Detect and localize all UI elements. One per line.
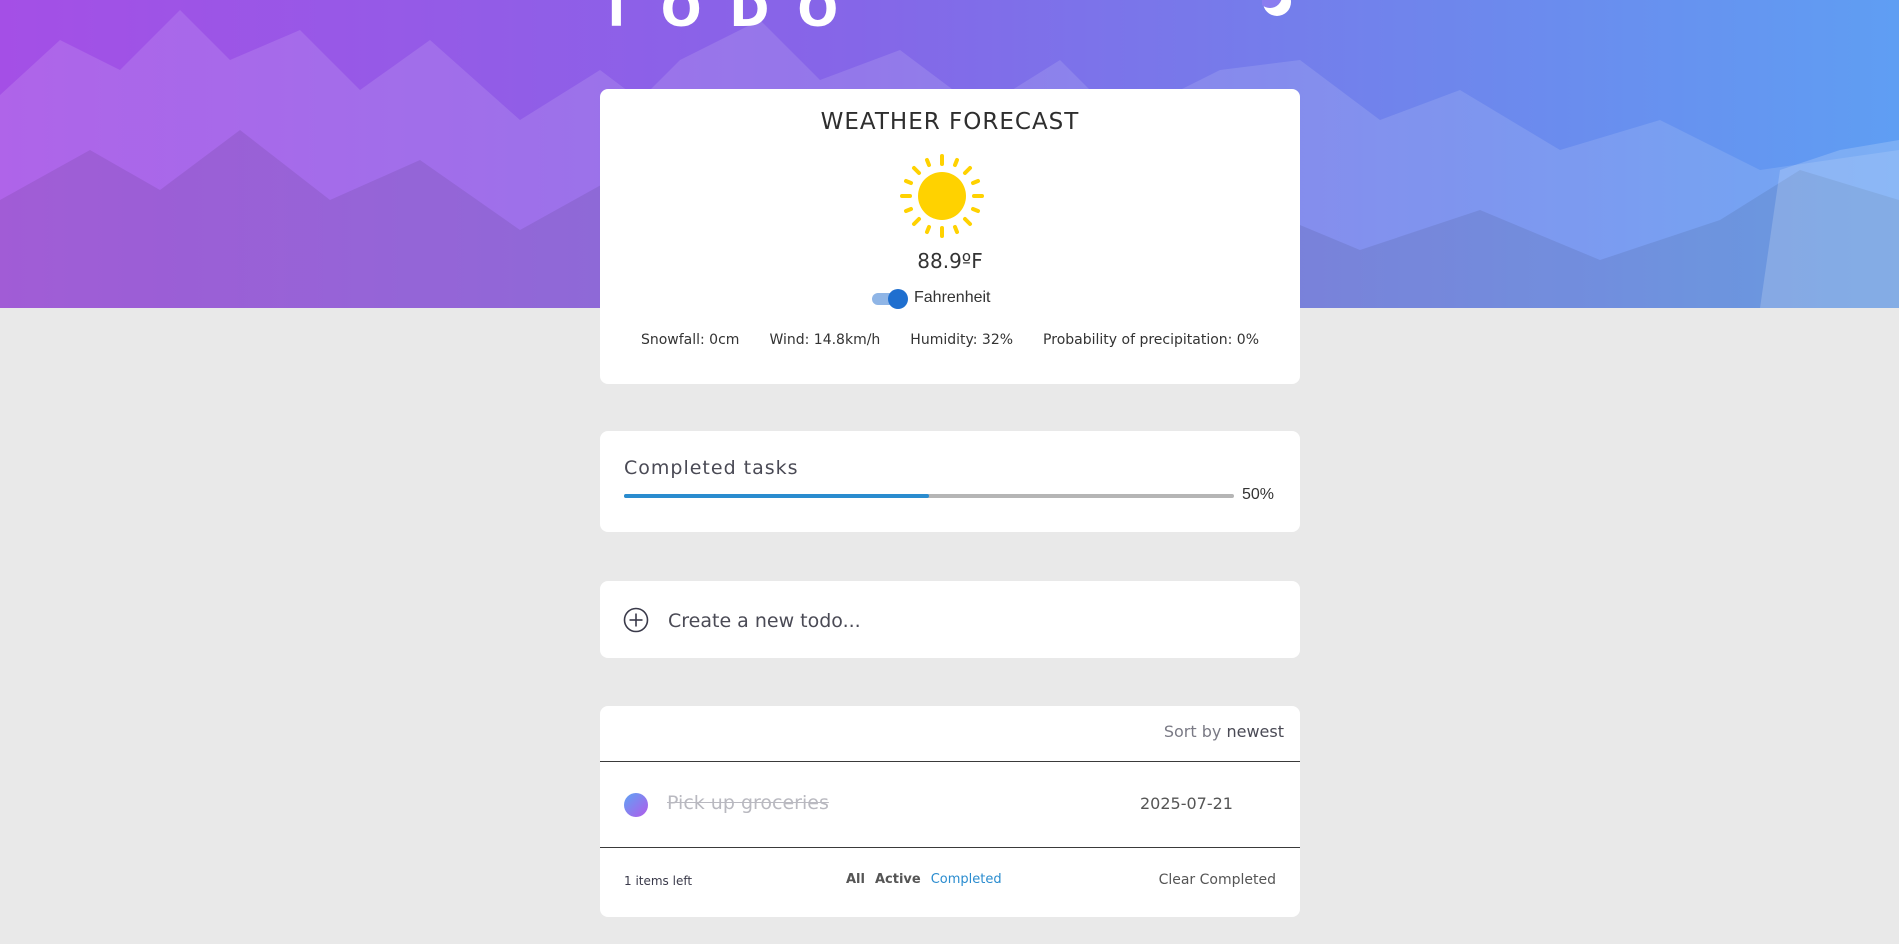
filter-active[interactable]: Active — [875, 872, 921, 887]
todo-list-card: Sort by newest Pick up groceries 2025-07… — [600, 706, 1300, 917]
sort-control[interactable]: Sort by newest — [1164, 722, 1284, 741]
list-item: Pick up groceries 2025-07-21 — [600, 762, 1300, 848]
precipitation-stat: Probability of precipitation: 0% — [1043, 332, 1260, 348]
filter-group: All Active Completed — [846, 872, 1002, 887]
progress-bar — [624, 494, 1234, 498]
weather-title: WEATHER FORECAST — [820, 109, 1080, 135]
wind-stat: Wind: 14.8km/h — [769, 332, 881, 348]
completed-checkbox[interactable] — [624, 793, 648, 817]
todo-text[interactable]: Pick up groceries — [667, 792, 829, 814]
switch-knob — [888, 289, 908, 309]
unit-toggle-switch[interactable] — [870, 289, 908, 309]
moon-icon[interactable] — [1262, 0, 1292, 18]
list-footer: 1 items left All Active Completed Clear … — [600, 872, 1300, 892]
snowfall-stat: Snowfall: 0cm — [640, 332, 740, 348]
sort-prefix: Sort by — [1163, 722, 1222, 741]
todo-date: 2025-07-21 — [1140, 794, 1233, 813]
sort-value[interactable]: newest — [1226, 722, 1284, 741]
clear-completed-button[interactable]: Clear Completed — [1159, 872, 1276, 888]
filter-all[interactable]: All — [846, 872, 865, 887]
progress-card: Completed tasks 50% — [600, 431, 1300, 532]
progress-fill — [624, 494, 929, 498]
filter-completed[interactable]: Completed — [931, 872, 1002, 887]
sun-icon — [900, 154, 984, 242]
divider — [600, 847, 1300, 848]
progress-percent: 50% — [1242, 486, 1275, 503]
items-left-count: 1 items left — [624, 874, 693, 888]
weather-card: WEATHER FORECAST 88.9ºF Fahrenheit Snowf… — [600, 89, 1300, 384]
unit-label: Fahrenheit — [914, 289, 991, 306]
progress-title: Completed tasks — [624, 457, 799, 479]
plus-circle-icon[interactable] — [623, 607, 649, 637]
new-todo-card — [600, 581, 1300, 658]
temperature-value: 88.9ºF — [917, 249, 983, 273]
weather-stats: Snowfall: 0cm Wind: 14.8km/h Humidity: 3… — [600, 332, 1300, 348]
new-todo-input[interactable] — [666, 603, 1270, 639]
app-title: TODO — [600, 0, 867, 38]
humidity-stat: Humidity: 32% — [910, 332, 1014, 348]
unit-toggle-row: Fahrenheit — [870, 287, 991, 309]
